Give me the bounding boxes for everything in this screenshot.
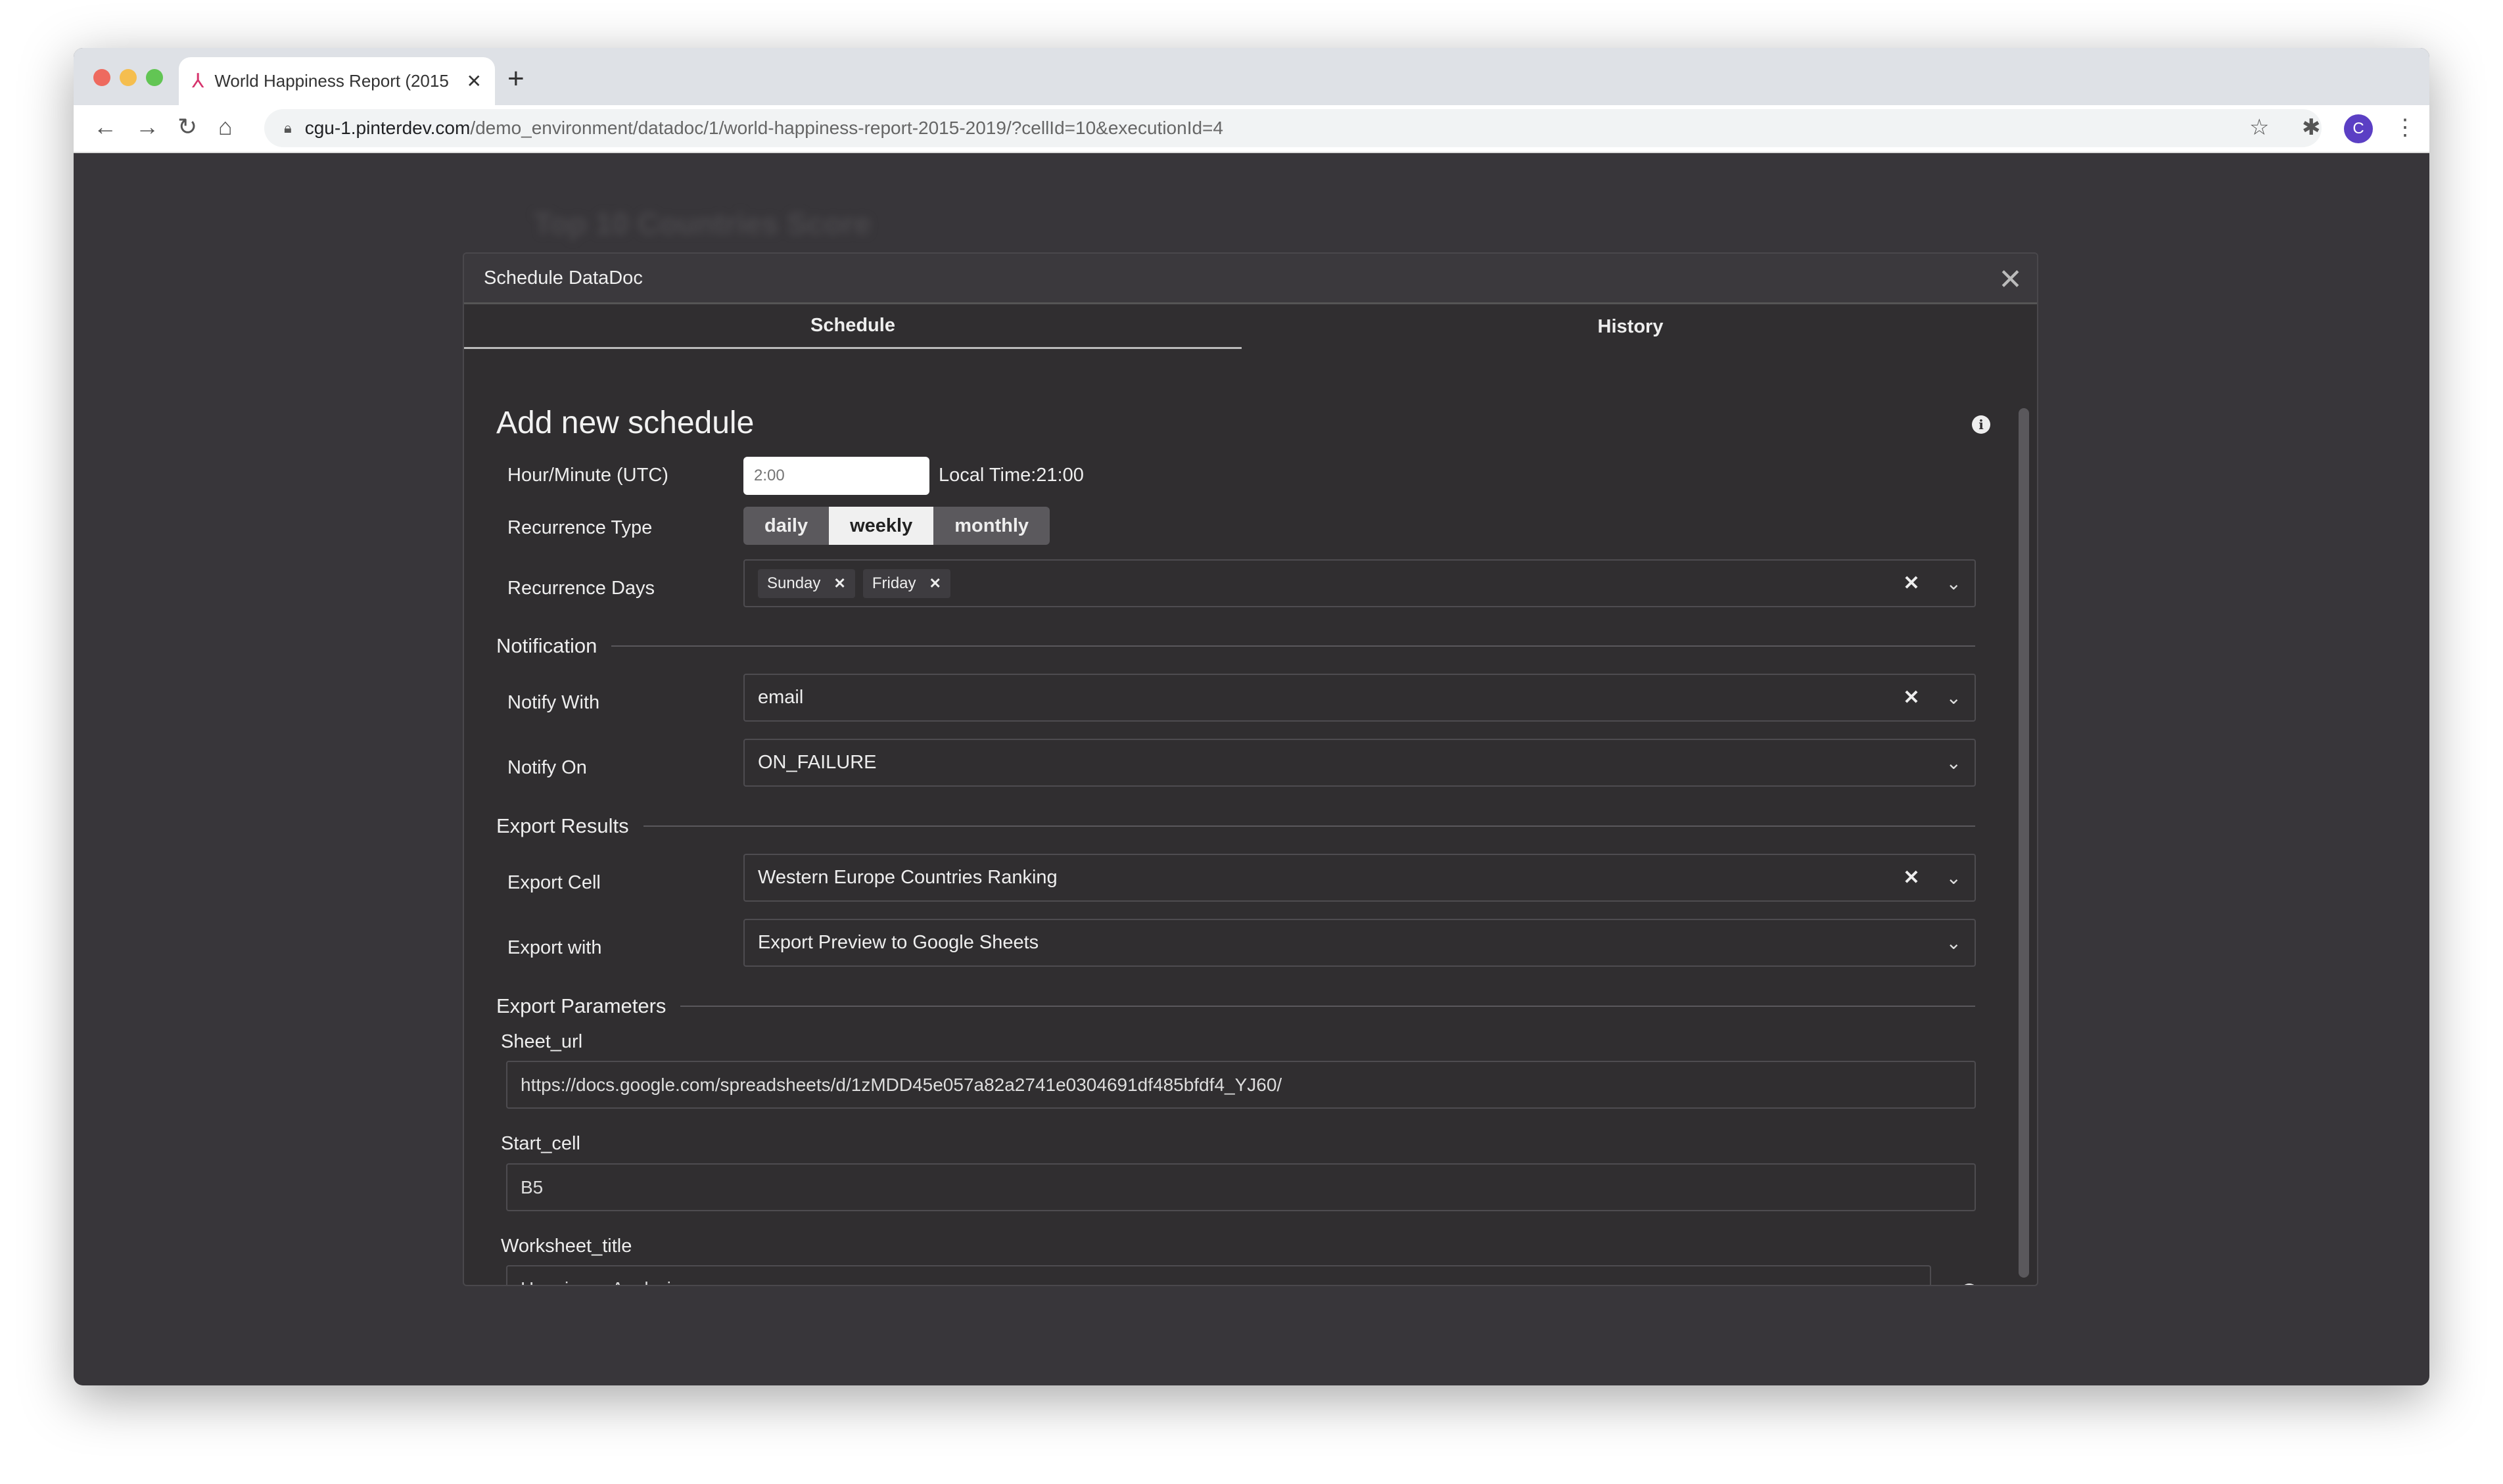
local-time-text: Local Time:21:00 xyxy=(939,465,1084,486)
recurrence-monthly-button[interactable]: monthly xyxy=(933,507,1050,545)
hour-label: Hour/Minute (UTC) xyxy=(507,465,668,486)
info-icon[interactable]: i xyxy=(1972,415,1990,434)
recurrence-type-toggle: daily weekly monthly xyxy=(743,507,1050,545)
chevron-down-icon[interactable]: ⌄ xyxy=(1946,687,1961,708)
sheet-url-label: Sheet_url xyxy=(501,1031,583,1052)
export-with-select[interactable]: Export Preview to Google Sheets ⌄ xyxy=(743,919,1976,967)
close-window-button[interactable] xyxy=(93,69,110,86)
lock-icon: 🔒︎ xyxy=(284,120,292,136)
clear-icon[interactable]: ✕ xyxy=(1903,572,1919,595)
modal-tabs: Schedule History xyxy=(464,304,2037,349)
info-icon[interactable]: i xyxy=(1960,1284,1978,1285)
browser-window: ⅄ World Happiness Report (2015 ✕ + ← → ↻… xyxy=(74,48,2429,1385)
background-doc-title: Top 10 Countries Score xyxy=(534,206,871,241)
notify-on-label: Notify On xyxy=(507,757,587,778)
new-tab-button[interactable]: + xyxy=(507,62,525,95)
recurrence-daily-button[interactable]: daily xyxy=(743,507,830,545)
tab-schedule[interactable]: Schedule xyxy=(464,304,1242,349)
divider xyxy=(643,825,1975,827)
recurrence-days-select[interactable]: Sunday ✕ Friday ✕ ✕ ⌄ xyxy=(743,559,1976,607)
day-chip-sunday: Sunday ✕ xyxy=(758,568,855,598)
export-with-label: Export with xyxy=(507,937,602,958)
tab-strip: ⅄ World Happiness Report (2015 ✕ + xyxy=(74,48,2429,105)
notify-on-select[interactable]: ON_FAILURE ⌄ xyxy=(743,739,1976,787)
close-tab-icon[interactable]: ✕ xyxy=(467,70,482,92)
extensions-icon[interactable]: ✱ xyxy=(2302,114,2321,141)
modal-title: Schedule DataDoc xyxy=(484,267,643,289)
export-cell-select[interactable]: Western Europe Countries Ranking ✕ ⌄ xyxy=(743,854,1976,902)
day-chip-friday: Friday ✕ xyxy=(862,568,950,598)
chevron-down-icon[interactable]: ⌄ xyxy=(1946,572,1961,594)
modal-header: Schedule DataDoc xyxy=(464,254,2037,304)
divider xyxy=(680,1006,1975,1007)
hour-minute-input[interactable] xyxy=(743,457,929,495)
export-cell-label: Export Cell xyxy=(507,872,601,893)
back-icon[interactable]: ← xyxy=(93,113,117,141)
notify-with-select[interactable]: email ✕ ⌄ xyxy=(743,674,1976,722)
export-parameters-section: Export Parameters xyxy=(496,994,1975,1018)
bookmark-star-icon[interactable]: ☆ xyxy=(2249,114,2269,141)
sheet-url-input[interactable]: https://docs.google.com/spreadsheets/d/1… xyxy=(506,1061,1976,1109)
menu-icon[interactable]: ⋮ xyxy=(2394,114,2416,141)
minimize-window-button[interactable] xyxy=(120,69,137,86)
divider xyxy=(611,645,1975,647)
worksheet-title-label: Worksheet_title xyxy=(501,1236,632,1257)
start-cell-input[interactable]: B5 xyxy=(506,1163,1976,1211)
tab-history[interactable]: History xyxy=(1242,304,2019,349)
schedule-modal: Schedule DataDoc ✕ Schedule History Add … xyxy=(463,252,2038,1286)
close-icon[interactable]: ✕ xyxy=(1998,263,2023,296)
scrollbar[interactable] xyxy=(2019,408,2029,1278)
chevron-down-icon[interactable]: ⌄ xyxy=(1946,932,1961,954)
remove-chip-icon[interactable]: ✕ xyxy=(929,575,941,592)
chevron-down-icon[interactable]: ⌄ xyxy=(1946,752,1961,774)
recurrence-weekly-button[interactable]: weekly xyxy=(829,507,934,545)
reload-icon[interactable]: ↻ xyxy=(177,113,197,141)
modal-body: Add new schedule i Hour/Minute (UTC) Loc… xyxy=(464,349,2037,1285)
recurrence-days-label: Recurrence Days xyxy=(507,578,655,599)
notification-section: Notification xyxy=(496,634,1975,658)
url-input[interactable]: 🔒︎ cgu-1.pinterdev.com /demo_environment… xyxy=(264,109,2322,147)
start-cell-label: Start_cell xyxy=(501,1133,580,1154)
avatar[interactable]: C xyxy=(2344,114,2373,143)
export-results-section: Export Results xyxy=(496,814,1975,838)
maximize-window-button[interactable] xyxy=(146,69,163,86)
remove-chip-icon[interactable]: ✕ xyxy=(833,575,845,592)
forward-icon[interactable]: → xyxy=(135,113,159,141)
clear-icon[interactable]: ✕ xyxy=(1903,686,1919,709)
notify-with-label: Notify With xyxy=(507,692,600,713)
page-title: Add new schedule xyxy=(496,406,755,440)
worksheet-title-input[interactable]: Happiness Analysis xyxy=(506,1265,1931,1285)
recurrence-type-label: Recurrence Type xyxy=(507,517,653,538)
browser-tab[interactable]: ⅄ World Happiness Report (2015 ✕ xyxy=(179,57,495,105)
chevron-down-icon[interactable]: ⌄ xyxy=(1946,867,1961,889)
address-bar-row: ← → ↻ ⌂ 🔒︎ cgu-1.pinterdev.com /demo_env… xyxy=(74,105,2429,153)
favicon-icon: ⅄ xyxy=(192,70,204,92)
clear-icon[interactable]: ✕ xyxy=(1903,866,1919,889)
home-icon[interactable]: ⌂ xyxy=(218,113,233,141)
